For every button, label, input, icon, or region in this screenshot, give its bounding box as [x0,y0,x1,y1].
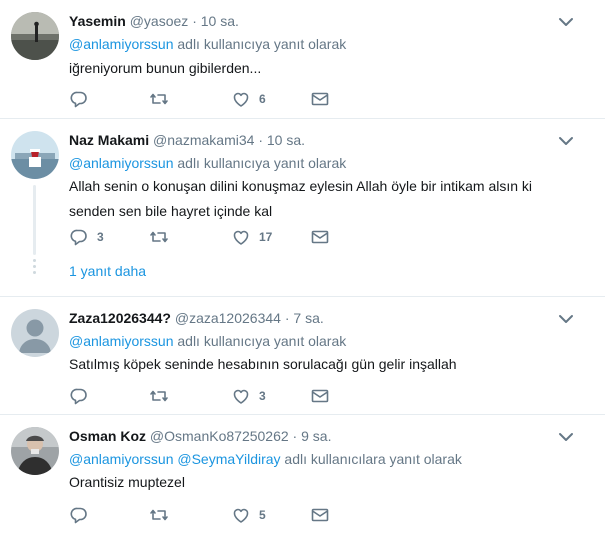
reply-context: @anlamiyorssun @SeymaYildiray adlı kulla… [69,450,462,468]
like-count: 17 [259,230,273,244]
mention-link[interactable]: @anlamiyorssun [69,155,173,171]
direct-message-button[interactable] [310,227,330,247]
chevron-down-icon[interactable] [557,311,575,327]
envelope-icon [311,508,329,522]
tweet-header: Zaza12026344? @zaza12026344 · 7 sa. [69,309,557,327]
tweet-actions: 6 [69,89,369,109]
envelope-icon [311,92,329,106]
retweet-icon [150,509,168,521]
tweet[interactable]: Yasemin @yasoez · 10 sa. @anlamiyorssun … [0,0,605,119]
avatar[interactable] [11,12,59,60]
like-count: 3 [259,389,266,403]
retweet-icon [150,93,168,105]
avatar[interactable] [11,309,59,357]
reply-context-label: adlı kullanıcıya yanıt olarak [173,333,347,349]
thread-line [33,185,36,255]
heart-icon [233,389,249,404]
reply-context: @anlamiyorssun adlı kullanıcıya yanıt ol… [69,154,346,172]
chevron-down-icon[interactable] [557,429,575,445]
direct-message-button[interactable] [310,505,330,525]
timeline: Yasemin @yasoez · 10 sa. @anlamiyorssun … [0,0,605,538]
reply-context-label: adlı kullanıcıya yanıt olarak [173,36,347,52]
reply-button[interactable] [69,505,97,525]
tweet-actions: 3 17 [69,227,369,247]
mention-link[interactable]: @anlamiyorssun [69,451,173,467]
reply-button[interactable]: 3 [69,227,104,247]
mention-link[interactable]: @anlamiyorssun [69,36,173,52]
tweet-text: Allah senin o konuşan dilini konuşmaz ey… [69,178,533,219]
retweet-button[interactable] [149,227,177,247]
thread-dots [33,259,36,279]
display-name[interactable]: Yasemin [69,13,126,29]
heart-icon [233,230,249,245]
reply-icon [70,91,87,108]
reply-context-label: adlı kullanıcıya yanıt olarak [173,155,347,171]
username[interactable]: @zaza12026344 [175,310,281,326]
retweet-button[interactable] [149,505,177,525]
display-name[interactable]: Zaza12026344? [69,310,171,326]
timestamp[interactable]: 9 sa. [301,428,331,444]
tweet-header: Osman Koz @OsmanKo87250262 · 9 sa. [69,427,557,445]
tweet[interactable]: Osman Koz @OsmanKo87250262 · 9 sa. @anla… [0,415,605,538]
retweet-icon [150,231,168,243]
timestamp[interactable]: 10 sa. [267,132,305,148]
heart-icon [233,508,249,523]
tweet-text: Satılmış köpek seninde hesabının sorulac… [69,356,457,372]
reply-context: @anlamiyorssun adlı kullanıcıya yanıt ol… [69,35,346,53]
direct-message-button[interactable] [310,89,330,109]
like-button[interactable]: 3 [231,386,266,406]
avatar[interactable] [11,427,59,475]
envelope-icon [311,389,329,403]
like-count: 6 [259,92,266,106]
retweet-button[interactable] [149,386,177,406]
display-name[interactable]: Naz Makami [69,132,149,148]
heart-icon [233,92,249,107]
reply-context-label: adlı kullanıcılara yanıt olarak [280,451,462,467]
username[interactable]: @OsmanKo87250262 [150,428,289,444]
mention-link[interactable]: @anlamiyorssun [69,333,173,349]
reply-context: @anlamiyorssun adlı kullanıcıya yanıt ol… [69,332,346,350]
show-more-replies-link[interactable]: 1 yanıt daha [69,263,146,279]
retweet-icon [150,390,168,402]
like-button[interactable]: 5 [231,505,266,525]
reply-icon [70,388,87,405]
avatar[interactable] [11,131,59,179]
direct-message-button[interactable] [310,386,330,406]
retweet-button[interactable] [149,89,177,109]
separator: · [284,310,290,326]
reply-button[interactable] [69,386,97,406]
chevron-down-icon[interactable] [557,133,575,149]
tweet-text: iğreniyorum bunun gibilerden... [69,60,262,76]
username[interactable]: @yasoez [130,13,189,29]
tweet-header: Yasemin @yasoez · 10 sa. [69,12,557,30]
reply-button[interactable] [69,89,97,109]
tweet-text: Orantisiz muptezel [69,474,185,490]
chevron-down-icon[interactable] [557,14,575,30]
like-button[interactable]: 6 [231,89,266,109]
like-count: 5 [259,508,266,522]
tweet[interactable]: Zaza12026344? @zaza12026344 · 7 sa. @anl… [0,297,605,415]
display-name[interactable]: Osman Koz [69,428,146,444]
username[interactable]: @nazmakami34 [153,132,254,148]
tweet-actions: 3 [69,386,369,406]
like-button[interactable]: 17 [231,227,272,247]
reply-count: 3 [97,230,104,244]
separator: · [258,132,263,148]
envelope-icon [311,230,329,244]
tweet-header: Naz Makami @nazmakami34 · 10 sa. [69,131,557,149]
tweet[interactable]: Naz Makami @nazmakami34 · 10 sa. @anlami… [0,119,605,297]
tweet-actions: 5 [69,505,369,525]
reply-icon [70,229,87,246]
timestamp[interactable]: 7 sa. [293,310,323,326]
mention-link[interactable]: @SeymaYildiray [177,451,280,467]
separator: · [292,428,298,444]
reply-icon [70,507,87,524]
separator: · [192,13,197,29]
timestamp[interactable]: 10 sa. [201,13,239,29]
